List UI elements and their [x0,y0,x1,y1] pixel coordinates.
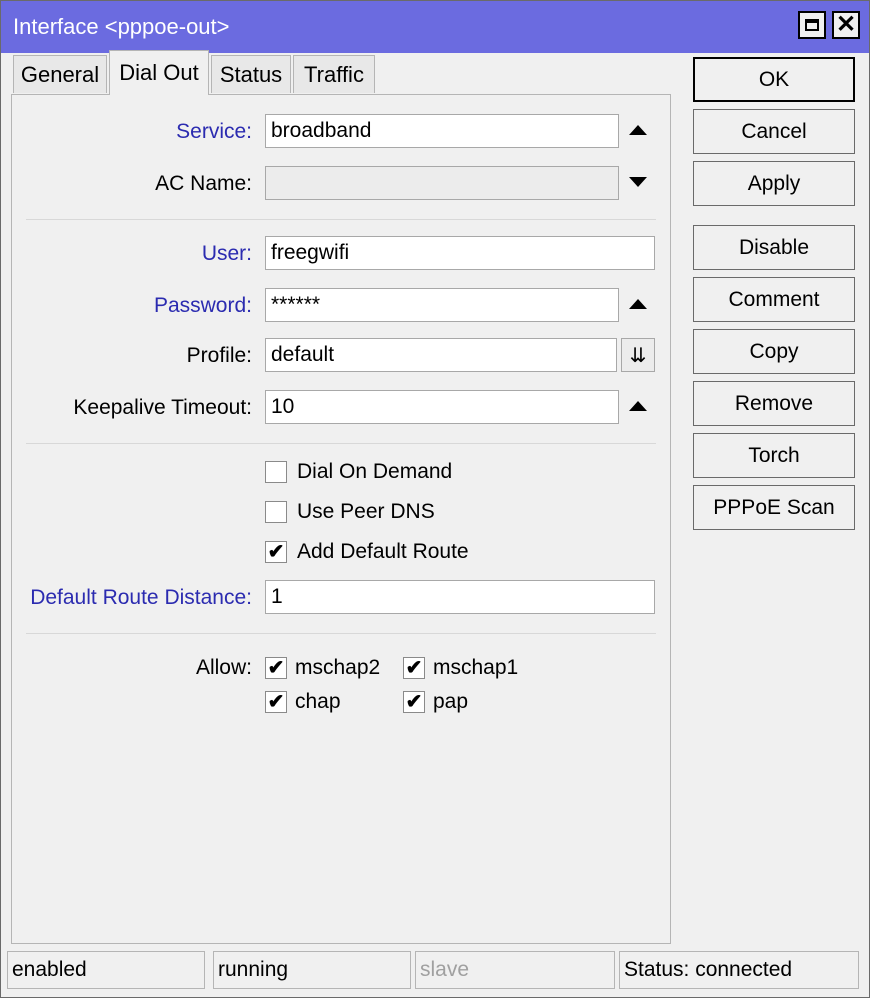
separator [26,219,656,220]
chap-checkbox[interactable]: ✔ [265,691,287,713]
status-connection: Status: connected [619,951,859,989]
window-title: Interface <pppoe-out> [13,14,230,39]
dial-on-demand-label: Dial On Demand [297,460,453,483]
chap-label: chap [295,690,341,713]
dial-on-demand-checkbox[interactable] [265,461,287,483]
tab-dial-out[interactable]: Dial Out [109,50,209,95]
interface-window: Interface <pppoe-out> ✕ General Dial Out… [0,0,870,998]
maximize-button[interactable] [798,11,826,39]
user-label: User: [201,242,252,265]
separator [26,443,656,444]
profile-select[interactable]: default [265,338,617,372]
keepalive-timeout-label: Keepalive Timeout: [73,396,252,419]
mschap2-label: mschap2 [295,656,381,679]
ac-name-field[interactable] [265,166,619,200]
separator [26,633,656,634]
status-slave: slave [415,951,615,989]
dropdown-arrow-icon[interactable]: ⇊ [621,338,655,372]
keepalive-timeout-field[interactable]: 10 [265,390,619,424]
service-label: Service: [176,120,252,143]
user-field[interactable]: freegwifi [265,236,655,270]
tab-traffic[interactable]: Traffic [293,55,375,93]
default-route-distance-label: Default Route Distance: [30,586,252,609]
close-icon: ✕ [835,11,857,38]
status-enabled: enabled [7,951,205,989]
status-running: running [213,951,411,989]
cancel-button[interactable]: Cancel [693,109,855,154]
allow-label: Allow: [195,656,252,679]
service-field[interactable]: broadband [265,114,619,148]
title-bar[interactable]: Interface <pppoe-out> ✕ [1,1,869,53]
profile-label: Profile: [186,344,252,367]
tab-status[interactable]: Status [211,55,291,93]
maximize-icon [805,19,819,31]
close-button[interactable]: ✕ [832,11,860,39]
comment-button[interactable]: Comment [693,277,855,322]
add-default-route-label: Add Default Route [297,540,469,563]
password-field[interactable]: ****** [265,288,619,322]
use-peer-dns-label: Use Peer DNS [297,500,435,523]
torch-button[interactable]: Torch [693,433,855,478]
pap-checkbox[interactable]: ✔ [403,691,425,713]
remove-button[interactable]: Remove [693,381,855,426]
use-peer-dns-checkbox[interactable] [265,501,287,523]
pppoe-scan-button[interactable]: PPPoE Scan [693,485,855,530]
collapse-up-icon[interactable] [629,125,647,135]
add-default-route-checkbox[interactable]: ✔ [265,541,287,563]
mschap1-checkbox[interactable]: ✔ [403,657,425,679]
mschap1-label: mschap1 [433,656,519,679]
apply-button[interactable]: Apply [693,161,855,206]
mschap2-checkbox[interactable]: ✔ [265,657,287,679]
disable-button[interactable]: Disable [693,225,855,270]
ac-name-label: AC Name: [155,172,252,195]
collapse-up-icon[interactable] [629,401,647,411]
ok-button[interactable]: OK [693,57,855,102]
tab-general[interactable]: General [13,55,107,93]
default-route-distance-field[interactable]: 1 [265,580,655,614]
expand-down-icon[interactable] [629,177,647,187]
copy-button[interactable]: Copy [693,329,855,374]
collapse-up-icon[interactable] [629,299,647,309]
password-label: Password: [153,294,252,317]
pap-label: pap [433,690,469,713]
